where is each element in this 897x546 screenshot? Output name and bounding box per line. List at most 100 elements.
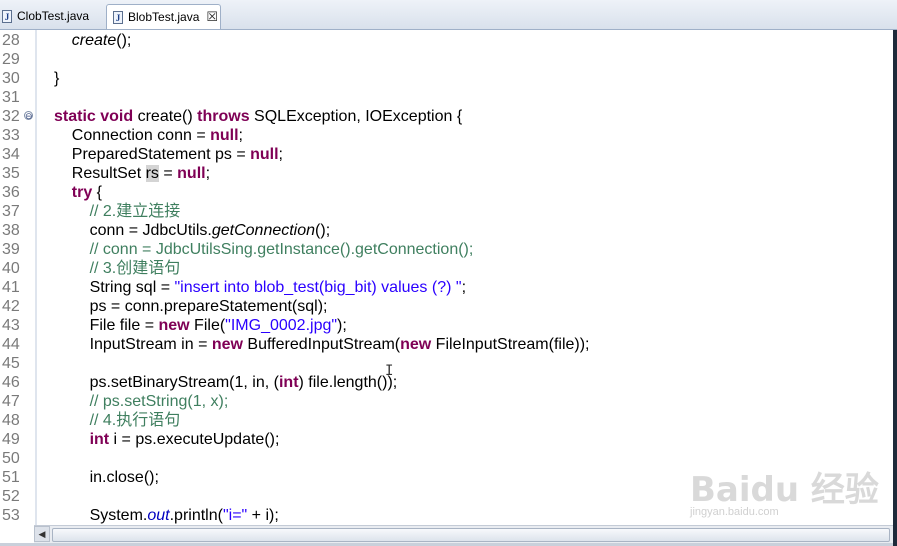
line-number: 50 [2, 450, 20, 467]
code-line[interactable]: 34 PreparedStatement ps = null; [0, 145, 893, 164]
code-token: new [400, 336, 432, 353]
code-token: null [177, 165, 206, 182]
code-token: "insert into blob_test(big_bit) values (… [174, 279, 462, 296]
code-text: System.out.println("i=" + i); [54, 506, 279, 525]
code-line[interactable]: 39 // conn = JdbcUtilsSing.getInstance()… [0, 240, 893, 259]
code-token: rs [145, 165, 159, 182]
horizontal-scrollbar[interactable]: ◀ [34, 525, 893, 543]
code-token: ) file.length()); [298, 374, 398, 391]
code-token: // 3.创建语句 [89, 260, 181, 277]
line-number: 43 [2, 317, 20, 334]
code-token: "i=" [222, 507, 248, 524]
close-tab-icon[interactable]: ☒ [206, 9, 218, 25]
line-number: 49 [2, 431, 20, 448]
code-token: null [250, 146, 279, 163]
code-text: InputStream in = new BufferedInputStream… [54, 335, 590, 354]
code-token: int [278, 374, 299, 391]
code-token: throws [197, 108, 250, 125]
line-number: 35 [2, 165, 20, 182]
code-token: ; [461, 279, 467, 296]
code-line[interactable]: 40 // 3.创建语句 [0, 259, 893, 278]
code-line[interactable]: 42 ps = conn.prepareStatement(sql); [0, 297, 893, 316]
code-token: new [211, 336, 243, 353]
code-token: ps = conn.prepareStatement(sql); [54, 298, 328, 315]
watermark: Baidu 经验 jingyan.baidu.com [682, 444, 882, 524]
line-number: 39 [2, 241, 20, 258]
tab-blobtest[interactable]: J BlobTest.java ☒ [106, 4, 221, 29]
code-token: try [71, 184, 93, 201]
code-text: create(); [54, 31, 132, 50]
code-line[interactable]: 45 [0, 354, 893, 373]
code-token: InputStream in = [54, 336, 212, 353]
code-token: conn = JdbcUtils. [54, 222, 212, 239]
line-number: 51 [2, 469, 20, 486]
line-number: 34 [2, 146, 20, 163]
code-token: FileInputStream(file)); [431, 336, 590, 353]
watermark-url: jingyan.baidu.com [690, 506, 779, 518]
code-text: File file = new File("IMG_0002.jpg"); [54, 316, 347, 335]
code-line[interactable]: 32 ⊖ static void create() throws SQLExcept… [0, 107, 893, 126]
code-line[interactable]: 31 [0, 88, 893, 107]
code-token: File file = [54, 317, 159, 334]
code-token: .println( [169, 507, 223, 524]
code-token: i = ps.executeUpdate(); [109, 431, 280, 448]
code-token: { [92, 184, 103, 201]
code-token: String sql = [54, 279, 175, 296]
line-number: 52 [2, 488, 20, 505]
code-token: Connection conn = [54, 127, 211, 144]
code-text: try { [54, 183, 102, 202]
code-text: // ps.setString(1, x); [54, 392, 229, 411]
code-line[interactable]: 43 File file = new File("IMG_0002.jpg"); [0, 316, 893, 335]
code-token: ; [278, 146, 283, 163]
java-file-icon: J [2, 9, 12, 23]
window-edge [893, 30, 897, 546]
code-token: new [158, 317, 190, 334]
tab-clobtest[interactable]: J ClobTest.java [0, 4, 104, 28]
code-token: ResultSet [54, 165, 146, 182]
code-text: // 4.执行语句 [54, 411, 181, 430]
tab-label: ClobTest.java [17, 9, 90, 23]
code-text: ResultSet rs = null; [54, 164, 210, 183]
code-token: in.close(); [54, 469, 159, 486]
code-text: String sql = "insert into blob_test(big_… [54, 278, 466, 297]
line-number: 47 [2, 393, 20, 410]
code-line[interactable]: 46 ps.setBinaryStream(1, in, (int) file.… [0, 373, 893, 392]
code-token: ; [205, 165, 211, 182]
line-number: 30 [2, 70, 20, 87]
code-text: ps = conn.prepareStatement(sql); [54, 297, 328, 316]
code-token: // 4.执行语句 [89, 412, 181, 429]
line-number: 36 [2, 184, 20, 201]
line-number: 48 [2, 412, 20, 429]
code-token: ); [337, 317, 347, 334]
code-token: = [158, 165, 178, 182]
code-token: create() [133, 108, 198, 125]
code-line[interactable]: 28 create(); [0, 31, 893, 50]
code-token: void [100, 108, 134, 125]
code-line[interactable]: 37 // 2.建立连接 [0, 202, 893, 221]
code-line[interactable]: 30} [0, 69, 893, 88]
code-line[interactable]: 44 InputStream in = new BufferedInputStr… [0, 335, 893, 354]
code-line[interactable]: 47 // ps.setString(1, x); [0, 392, 893, 411]
code-token: null [210, 127, 239, 144]
code-line[interactable]: 35 ResultSet rs = null; [0, 164, 893, 183]
code-line[interactable]: 36 try { [0, 183, 893, 202]
code-token: "IMG_0002.jpg" [225, 317, 338, 334]
code-line[interactable]: 48 // 4.执行语句 [0, 411, 893, 430]
scroll-left-icon[interactable]: ◀ [34, 526, 50, 542]
code-line[interactable]: 38 conn = JdbcUtils.getConnection(); [0, 221, 893, 240]
line-number: 33 [2, 127, 20, 144]
scrollbar-thumb[interactable] [52, 528, 890, 542]
code-line[interactable]: 33 Connection conn = null; [0, 126, 893, 145]
watermark-logo: Baidu 经验 [690, 470, 879, 510]
fold-collapse-icon[interactable]: ⊖ [24, 111, 33, 121]
code-text: // 3.创建语句 [54, 259, 181, 278]
line-number: 38 [2, 222, 20, 239]
code-token: create [71, 32, 117, 49]
code-line[interactable]: 41 String sql = "insert into blob_test(b… [0, 278, 893, 297]
line-number: 37 [2, 203, 20, 220]
code-line[interactable]: 29 [0, 50, 893, 69]
